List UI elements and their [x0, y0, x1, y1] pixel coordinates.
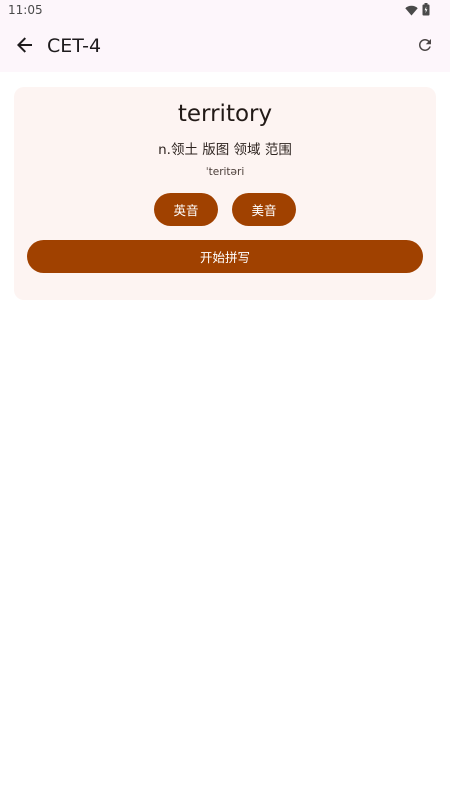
wifi-icon	[405, 3, 418, 21]
back-button[interactable]	[12, 34, 38, 60]
status-time: 11:05	[8, 3, 43, 17]
uk-pronunciation-button[interactable]: 英音	[154, 193, 218, 226]
start-spelling-button[interactable]: 开始拼写	[27, 240, 423, 273]
status-bar: 11:05	[0, 0, 450, 22]
battery-icon	[422, 3, 430, 21]
word-phonetic: ˈteritəri	[205, 166, 245, 178]
app-bar: CET-4	[0, 22, 450, 72]
us-pronunciation-button[interactable]: 美音	[232, 193, 296, 226]
status-icons	[405, 3, 430, 21]
page-title: CET-4	[47, 35, 102, 57]
refresh-icon	[416, 36, 434, 59]
refresh-button[interactable]	[412, 34, 438, 60]
word-card: territory n.领土 版图 领域 范围 ˈteritəri 英音 美音 …	[14, 87, 436, 300]
word-meaning: n.领土 版图 领域 范围	[158, 142, 292, 158]
us-pronunciation-label: 美音	[251, 203, 277, 218]
uk-pronunciation-label: 英音	[173, 203, 199, 218]
start-spelling-label: 开始拼写	[199, 250, 250, 265]
word-text: territory	[177, 101, 273, 127]
arrow-left-icon	[16, 36, 34, 59]
screen: 11:05 CET-4 territory n.领土 版图 领域 范围 ˈter…	[0, 0, 450, 800]
